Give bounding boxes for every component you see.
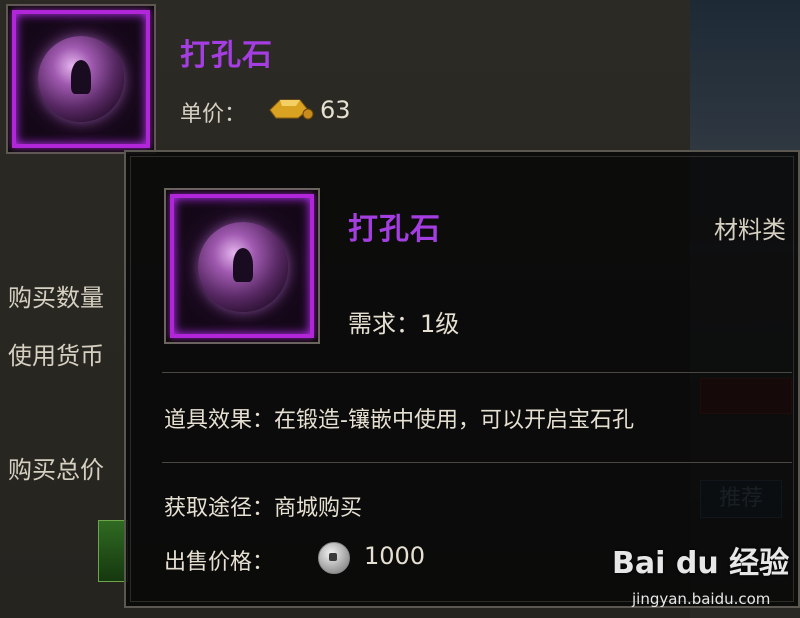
watermark-url: jingyan.baidu.com (632, 590, 771, 608)
total-price-label: 购买总价 (8, 456, 104, 484)
sell-price-label: 出售价格： (164, 550, 275, 575)
silver-coin-icon (318, 542, 350, 574)
tooltip-divider (162, 372, 792, 373)
baidu-watermark: Bai du 经验 (612, 546, 790, 581)
keyhole-mark (71, 60, 91, 94)
tooltip-item-slot (164, 188, 320, 344)
item-frame (12, 10, 150, 148)
shop-item-name: 打孔石 (180, 38, 273, 73)
currency-label: 使用货币 (8, 342, 104, 370)
tooltip-item-name: 打孔石 (348, 212, 441, 247)
item-source: 获取途径：商城购买 (164, 496, 363, 521)
punch-stone-icon (38, 36, 124, 122)
shop-item-slot[interactable] (6, 4, 156, 154)
gold-ingot-icon (269, 99, 314, 120)
tooltip-item-frame (170, 194, 314, 338)
unit-price-label: 单价： (180, 102, 247, 127)
item-requirement: 需求：1级 (348, 310, 460, 338)
punch-stone-icon (198, 222, 288, 312)
item-effect: 道具效果：在锻造-镶嵌中使用，可以开启宝石孔 (164, 408, 634, 433)
unit-price-value: 63 (320, 96, 351, 124)
sell-price-value: 1000 (364, 542, 426, 570)
purchase-quantity-label: 购买数量 (8, 284, 104, 312)
tooltip-divider (162, 462, 792, 463)
item-category: 材料类 (714, 216, 786, 244)
keyhole-mark (233, 248, 253, 282)
